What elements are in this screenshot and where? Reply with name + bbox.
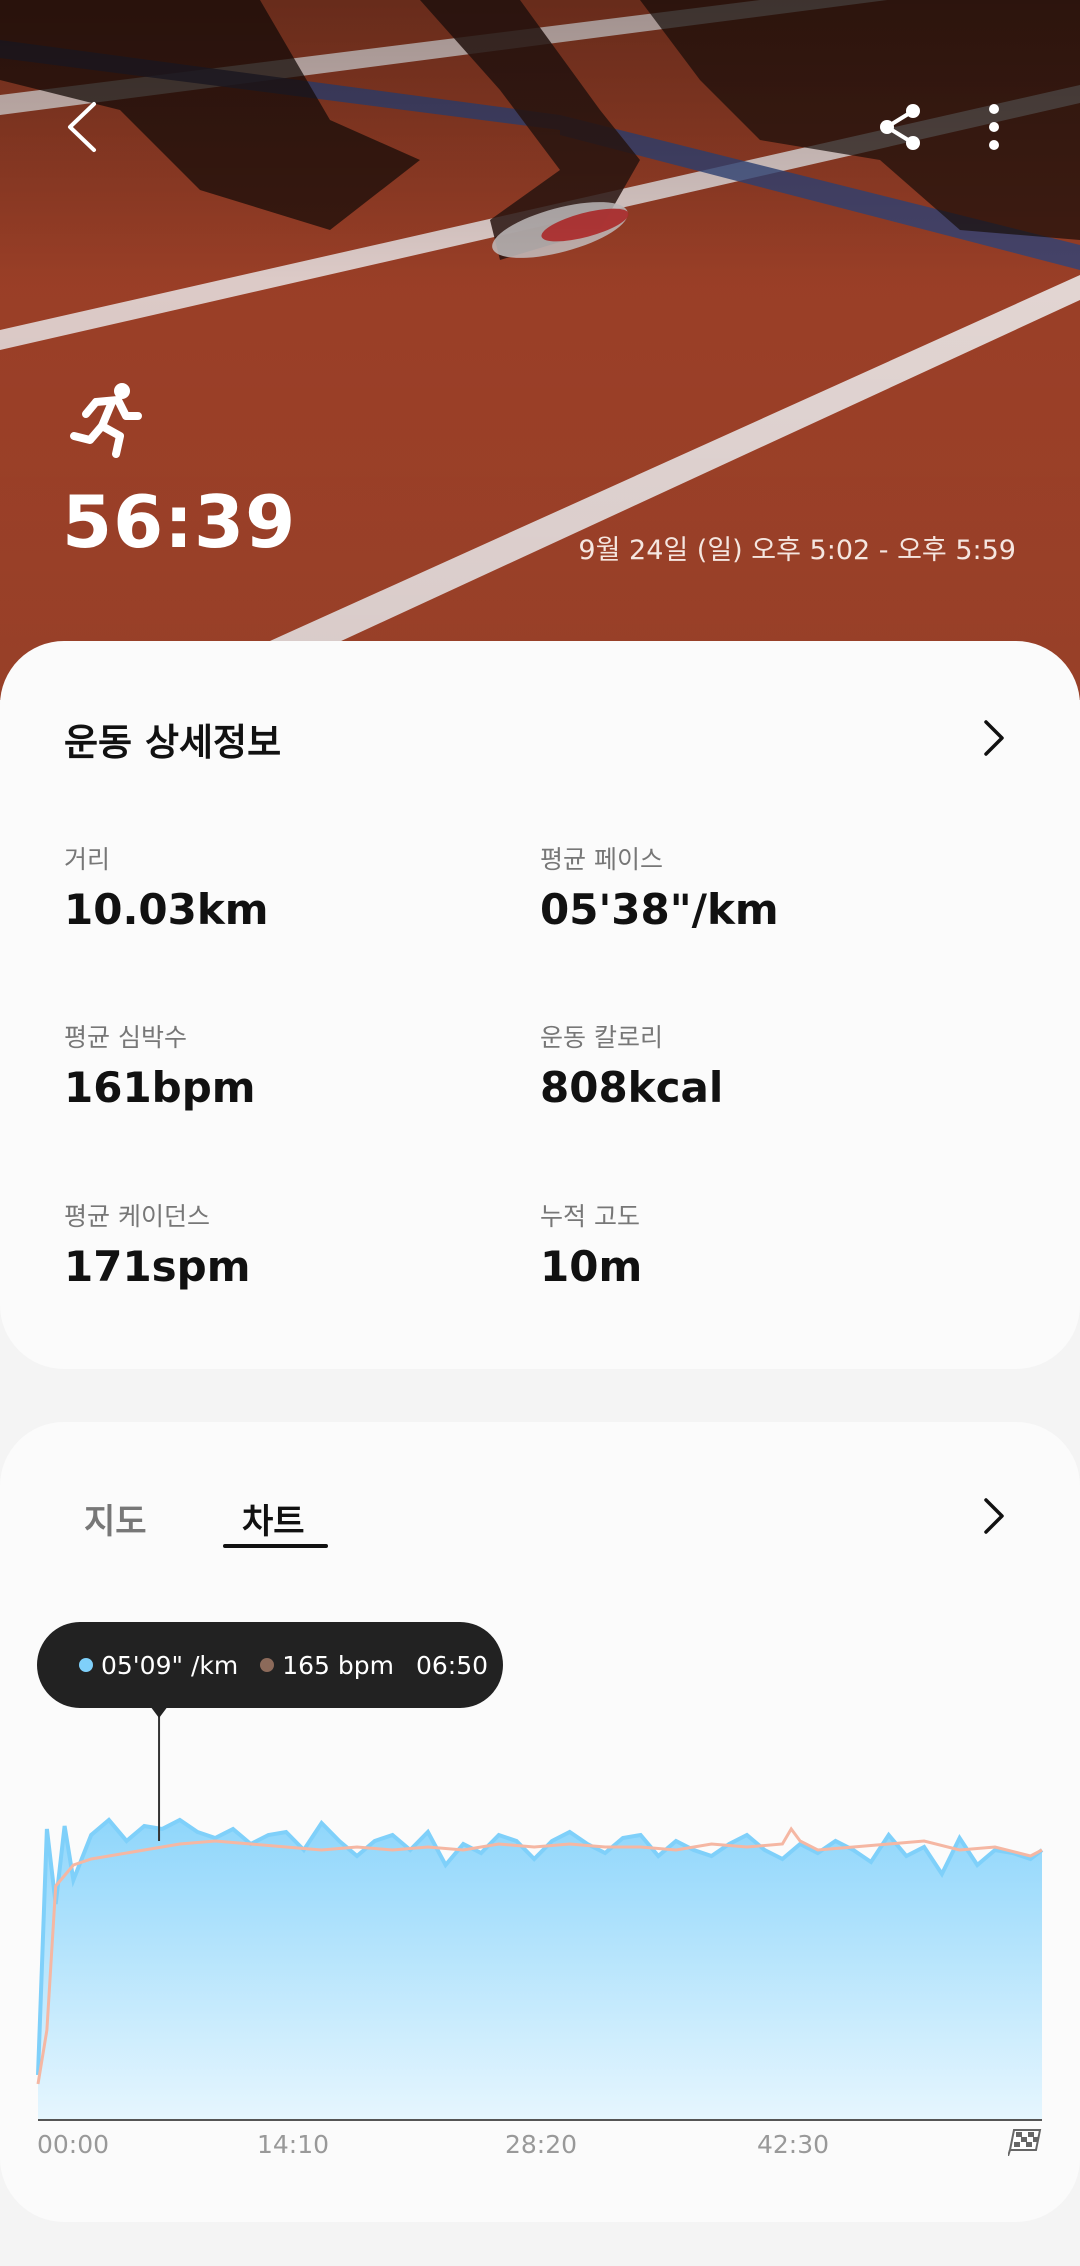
- tab-map[interactable]: 지도: [84, 1494, 147, 1543]
- stat-avg-heart-rate-label: 평균 심박수: [64, 1023, 187, 1052]
- tooltip-time: 06:50: [415, 1650, 489, 1680]
- chevron-right-icon: [984, 1498, 1004, 1534]
- chevron-right-icon: [984, 720, 1004, 756]
- back-button[interactable]: [50, 95, 114, 159]
- pace-area: [38, 1820, 1042, 2120]
- stat-avg-pace-label: 평균 페이스: [540, 845, 663, 874]
- chart-open-button[interactable]: [964, 1486, 1024, 1546]
- chevron-left-icon: [68, 102, 96, 152]
- stat-calories-value: 808kcal: [540, 1063, 724, 1112]
- stat-avg-pace-value: 05'38"/km: [540, 885, 779, 934]
- running-icon: [70, 383, 142, 458]
- tab-chart-underline: [223, 1544, 328, 1548]
- stat-calories-label: 운동 칼로리: [540, 1023, 663, 1052]
- workout-date-range: 9월 24일 (일) 오후 5:02 - 오후 5:59: [578, 535, 1016, 566]
- tooltip-heart-rate-value: 165 bpm: [282, 1650, 394, 1680]
- more-options-button[interactable]: [962, 95, 1026, 159]
- pace-dot-icon: [79, 1658, 93, 1672]
- workout-duration: 56:39: [62, 480, 297, 564]
- tooltip-heart-rate: 165 bpm: [260, 1651, 394, 1680]
- stat-avg-heart-rate-value: 161bpm: [64, 1063, 256, 1112]
- share-button[interactable]: [868, 95, 932, 159]
- x-axis-tick: 14:10: [257, 2130, 330, 2159]
- x-axis-tick: 00:00: [37, 2130, 110, 2159]
- stat-elevation-gain-label: 누적 고도: [540, 1202, 640, 1231]
- stat-distance-value: 10.03km: [64, 885, 269, 934]
- heart-rate-dot-icon: [260, 1658, 275, 1672]
- tooltip-pace: 05'09" /km: [79, 1651, 238, 1680]
- pace-heart-rate-chart[interactable]: [0, 1700, 1080, 2130]
- workout-details-open-button[interactable]: [964, 708, 1024, 768]
- tooltip-pace-value: 05'09" /km: [101, 1650, 239, 1680]
- x-axis-tick: 28:20: [505, 2130, 578, 2159]
- share-icon: [880, 104, 920, 150]
- stat-elevation-gain-value: 10m: [540, 1242, 643, 1291]
- more-vert-icon: [989, 104, 999, 150]
- stat-distance-label: 거리: [64, 845, 111, 874]
- stat-avg-cadence-value: 171spm: [64, 1242, 251, 1291]
- workout-details-title: 운동 상세정보: [64, 721, 282, 764]
- stat-avg-cadence-label: 평균 케이던스: [64, 1202, 210, 1231]
- chart-tooltip: 05'09" /km 165 bpm 06:50: [37, 1622, 503, 1708]
- checkered-flag-icon: [1008, 2129, 1042, 2156]
- tab-chart[interactable]: 차트: [242, 1494, 305, 1543]
- x-axis-tick: 42:30: [757, 2130, 830, 2159]
- workout-hero-image: 56:39 9월 24일 (일) 오후 5:02 - 오후 5:59: [0, 0, 1080, 700]
